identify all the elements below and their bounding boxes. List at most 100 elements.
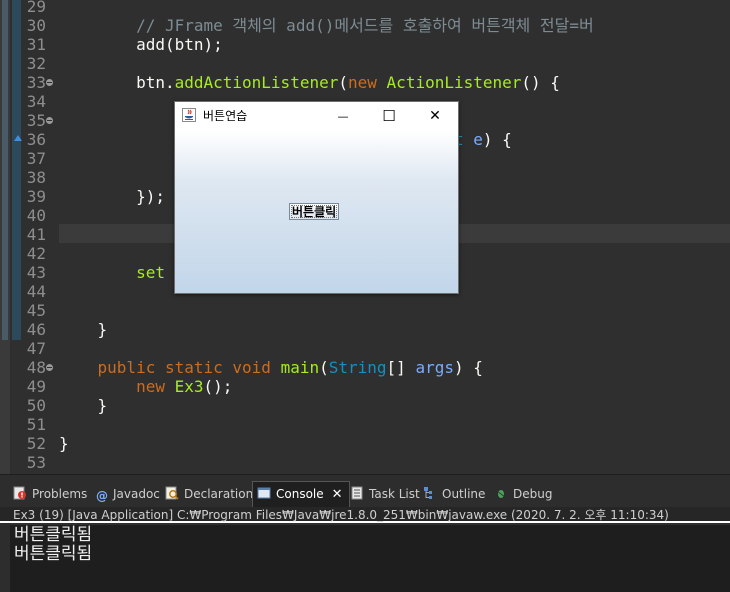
- code-token: void: [232, 358, 271, 377]
- code-line[interactable]: 45: [0, 301, 730, 320]
- click-button[interactable]: 버튼클릭: [289, 203, 340, 220]
- tab-problems-label: Problems: [32, 487, 88, 501]
- line-number: 45: [26, 301, 46, 320]
- line-number: 53: [26, 453, 46, 472]
- line-number: 33: [26, 73, 46, 92]
- code-text: }: [59, 434, 69, 453]
- code-line[interactable]: 53: [0, 453, 730, 472]
- line-number: 42: [26, 244, 46, 263]
- code-token: String: [328, 358, 387, 377]
- tab-javadoc[interactable]: @ Javadoc: [96, 483, 160, 505]
- tab-declaration[interactable]: Declaration: [165, 483, 253, 505]
- problems-icon: [13, 486, 26, 500]
- tab-console[interactable]: Console ✕: [252, 481, 350, 508]
- code-token: add(btn);: [59, 35, 223, 54]
- tab-console-label: Console: [276, 487, 324, 501]
- console-line: 버튼클릭됨: [14, 525, 93, 545]
- code-text: });: [59, 187, 165, 206]
- code-token: set: [59, 263, 165, 282]
- code-line[interactable]: 29: [0, 0, 730, 16]
- console-output[interactable]: 버튼클릭됨 버튼클릭됨: [0, 525, 730, 592]
- tab-outline[interactable]: Outline: [423, 483, 485, 505]
- tab-problems[interactable]: Problems: [13, 483, 87, 505]
- tab-task-list-label: Task List: [369, 487, 420, 501]
- code-token: []: [386, 358, 416, 377]
- console-process-label: Ex3 (19) [Java Application] C:₩Program F…: [0, 507, 730, 523]
- tab-outline-label: Outline: [442, 487, 486, 501]
- code-token: main: [280, 358, 320, 377]
- code-token: });: [59, 187, 165, 206]
- code-token: }: [59, 320, 108, 339]
- fold-collapse-icon[interactable]: [46, 117, 53, 124]
- fold-collapse-icon[interactable]: [46, 364, 53, 371]
- maximize-icon: ☐: [382, 107, 396, 125]
- code-token: () {: [521, 73, 560, 92]
- code-line[interactable]: 46 }: [0, 320, 730, 339]
- debug-icon: [496, 490, 506, 498]
- console-left-edge: [0, 525, 10, 592]
- line-number: 40: [26, 206, 46, 225]
- line-number: 29: [26, 0, 46, 16]
- code-token: new: [136, 377, 165, 396]
- code-token: }: [59, 434, 69, 453]
- maximize-button[interactable]: ☐: [366, 102, 412, 130]
- close-button[interactable]: ✕: [412, 102, 458, 130]
- code-line[interactable]: 30 // JFrame 객체의 add()메서드를 호출하여 버튼객체 전달=…: [0, 16, 730, 35]
- code-line[interactable]: 49 new Ex3();: [0, 377, 730, 396]
- code-text: set: [59, 263, 165, 282]
- code-text: }: [59, 396, 108, 415]
- tab-task-list[interactable]: Task List: [350, 483, 420, 505]
- line-number: 32: [26, 54, 46, 73]
- window-titlebar[interactable]: 버튼연습 — ☐ ✕: [175, 102, 458, 130]
- line-number: 49: [26, 377, 46, 396]
- tab-debug-label: Debug: [513, 487, 553, 501]
- code-line[interactable]: 50 }: [0, 396, 730, 415]
- code-text: btn.addActionListener(new ActionListener…: [59, 73, 560, 92]
- line-number: 52: [26, 434, 46, 453]
- line-number: 46: [26, 320, 46, 339]
- console-line: 버튼클릭됨: [14, 544, 93, 564]
- code-text: new Ex3();: [59, 377, 232, 396]
- code-token: addActionListener: [174, 73, 339, 92]
- code-token: public: [97, 358, 156, 377]
- code-token: new: [348, 73, 377, 92]
- code-line[interactable]: 51: [0, 415, 730, 434]
- code-token: e: [473, 130, 483, 149]
- click-button-label: 버튼클릭: [292, 205, 337, 219]
- code-line[interactable]: 52}: [0, 434, 730, 453]
- code-token: (: [319, 358, 329, 377]
- minimize-icon: —: [337, 110, 349, 123]
- javadoc-icon: @: [96, 489, 108, 503]
- line-number: 37: [26, 149, 46, 168]
- minimize-button[interactable]: —: [320, 102, 366, 130]
- outline-icon: [424, 487, 432, 499]
- line-number: 38: [26, 168, 46, 187]
- code-line[interactable]: 31 add(btn);: [0, 35, 730, 54]
- line-number: 34: [26, 92, 46, 111]
- code-token: }: [59, 396, 108, 415]
- line-number: 47: [26, 339, 46, 358]
- close-icon[interactable]: ✕: [332, 487, 343, 502]
- fold-collapse-icon[interactable]: [46, 79, 53, 86]
- code-line[interactable]: 47: [0, 339, 730, 358]
- frame-content-pane: 버튼클릭: [175, 131, 458, 293]
- code-text: // JFrame 객체의 add()메서드를 호출하여 버튼객체 전달=버: [59, 16, 594, 35]
- line-number: 36: [26, 130, 46, 149]
- code-line[interactable]: 33 btn.addActionListener(new ActionListe…: [0, 73, 730, 92]
- code-token: (: [338, 73, 348, 92]
- line-number: 43: [26, 263, 46, 282]
- code-token: ) {: [482, 130, 512, 149]
- swing-frame-window[interactable]: 버튼연습 — ☐ ✕ 버튼클릭: [174, 101, 459, 294]
- line-number: 41: [26, 225, 46, 244]
- line-number: 48: [26, 358, 46, 377]
- code-line[interactable]: 48 public static void main(String[] args…: [0, 358, 730, 377]
- tab-debug[interactable]: Debug: [494, 483, 552, 505]
- code-line[interactable]: 32: [0, 54, 730, 73]
- views-tab-bar: Problems @ Javadoc Declaration Console ✕ T…: [0, 474, 730, 508]
